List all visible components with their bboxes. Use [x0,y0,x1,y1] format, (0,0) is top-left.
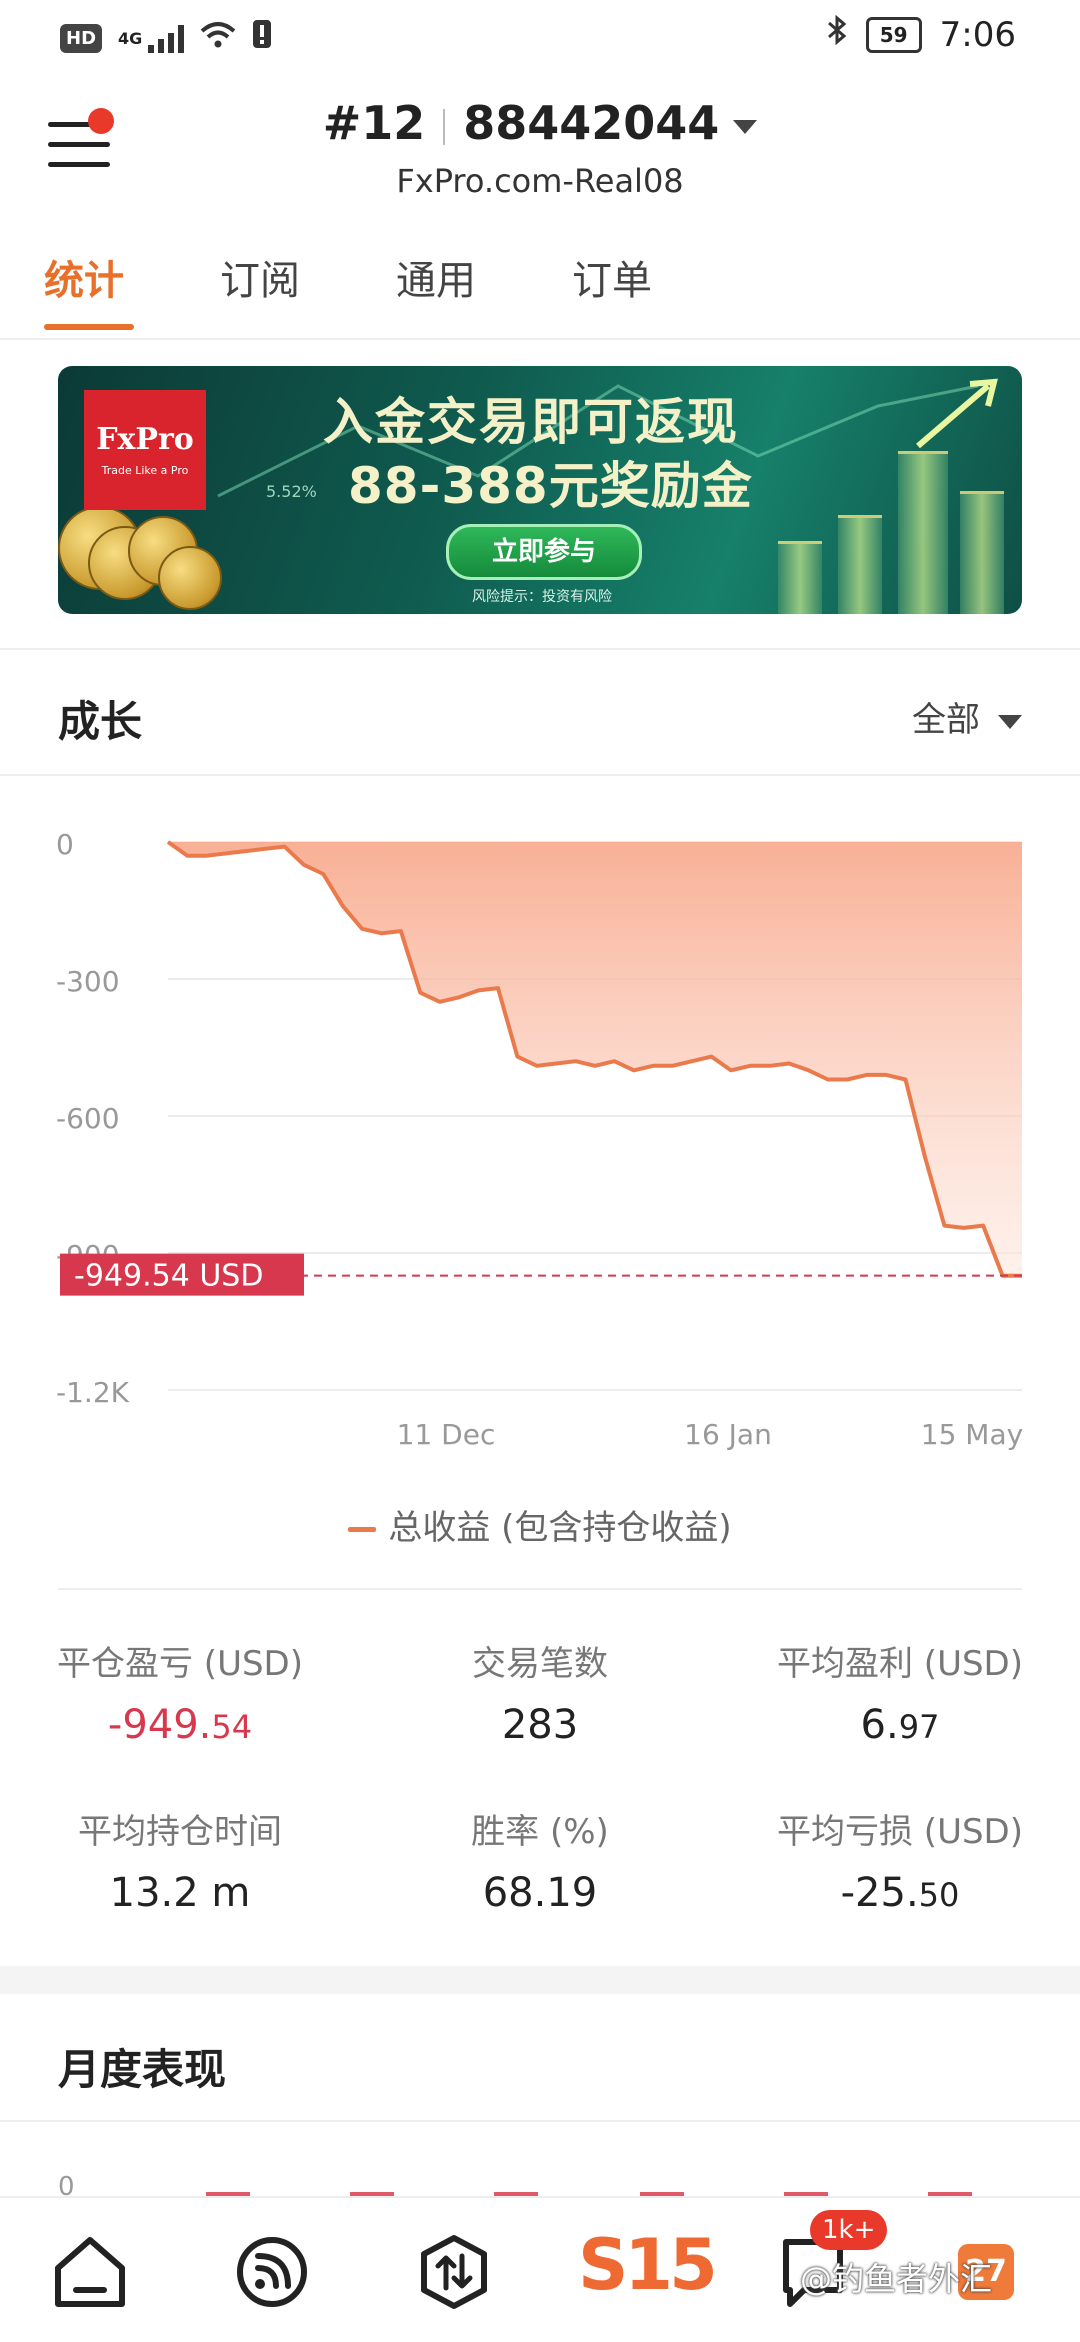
monthly-title: 月度表现 [58,2045,227,2094]
chevron-down-icon [998,714,1022,729]
server-name: FxPro.com-Real08 [396,162,684,200]
home-icon[interactable] [50,2232,130,2312]
battery-icon: 59 [865,16,922,53]
trade-icon[interactable] [414,2232,494,2312]
x-tick-label: 11 Dec [397,1418,496,1451]
bluetooth-icon [826,14,848,55]
y-tick-label: -300 [56,965,120,998]
range-filter-label: 全部 [912,700,980,740]
chevron-down-icon [733,119,758,134]
status-bar: HD 4G 59 7:06 [0,0,1080,72]
wifi-icon [200,18,236,58]
tab-bar: 统计 订阅 通用 订单 [0,248,1080,340]
section-gap [0,1966,1080,1994]
chart-bar-art [778,541,822,614]
chart-bar-art [898,451,948,614]
legend-label: 总收益 (包含持仓收益) [388,1508,732,1548]
chart-bar-art [960,491,1004,614]
tab-stats[interactable]: 统计 [44,248,124,306]
growth-title: 成长 [58,697,143,746]
risk-note: 风险提示：投资有风险 [472,589,612,605]
growth-chart: 0-300-600-900-1.2K11 Dec16 Jan15 May-949… [56,828,1023,1451]
y-tick-label: -600 [56,1102,120,1135]
legend-swatch [348,1527,377,1532]
stat-label-avg-loss: 平均亏损 (USD) [777,1812,1023,1852]
tab-general[interactable]: 通用 [396,248,476,306]
brand-logo[interactable]: S15 [578,2224,718,2306]
divider [0,2120,1080,2122]
banner-headline-1: 入金交易即可返现 [323,393,739,451]
divider [58,1588,1022,1590]
stat-label-avg-profit: 平均盈利 (USD) [777,1644,1023,1684]
join-now-button[interactable]: 立即参与 [446,524,642,580]
chart-legend: 总收益 (包含持仓收益) [0,1500,1080,1549]
range-filter[interactable]: 全部 [912,692,1022,741]
hd-indicator: HD [60,23,103,53]
clock: 7:06 [939,14,1016,55]
stat-value-trade-count: 283 [501,1702,579,1748]
y-tick-label: 0 [56,828,74,861]
stat-label-trade-count: 交易笔数 [472,1644,608,1684]
x-tick-label: 16 Jan [684,1418,772,1451]
network-type: 4G [118,28,143,48]
banner-percent: 5.52% [266,482,317,501]
stat-value-avg-hold: 13.2 m [109,1870,251,1916]
tab-orders[interactable]: 订单 [572,248,652,306]
coin-icon [158,546,222,610]
messages-badge: 1k+ [810,2210,888,2250]
y-tick-label: -1.2K [56,1376,130,1409]
stat-value-avg-profit: 6.97 [860,1702,940,1748]
signal-icon [148,23,185,53]
fxpro-logo: FxPro Trade Like a Pro [84,390,206,510]
x-tick-label: 15 May [921,1418,1023,1451]
divider [0,648,1080,650]
current-value-label: -949.54 USD [74,1259,263,1294]
account-id: 88442044 [463,96,720,150]
stat-label-avg-hold: 平均持仓时间 [78,1812,282,1852]
stat-value-avg-loss: -25.50 [840,1870,960,1916]
chart-bar-art [838,515,882,614]
watermark: @钓鱼者外汇 [800,2260,993,2298]
promo-banner[interactable]: FxPro Trade Like a Pro 5.52% 入金交易即可返现 88… [58,366,1022,614]
feed-icon[interactable] [232,2232,312,2312]
tab-subscribe[interactable]: 订阅 [220,248,300,306]
stat-value-closed-pnl: -949.54 [107,1702,253,1748]
account-number: #12 [322,96,426,150]
stat-label-closed-pnl: 平仓盈亏 (USD) [57,1644,303,1684]
stat-value-win-rate: 68.19 [482,1870,598,1916]
series-area [168,842,1022,1276]
alert-icon [252,18,272,58]
banner-headline-2: 88-388元奖励金 [348,457,753,515]
stat-label-win-rate: 胜率 (%) [471,1812,609,1852]
active-tab-indicator [44,324,134,330]
account-selector[interactable]: #12 88442044 [0,96,1080,150]
divider [0,774,1080,776]
